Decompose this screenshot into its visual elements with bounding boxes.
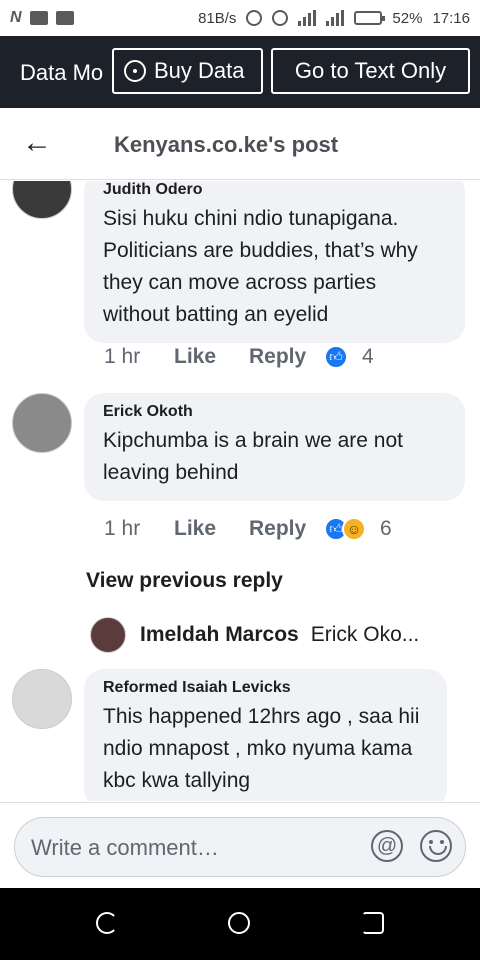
avatar[interactable] bbox=[12, 393, 72, 453]
system-nav-bar bbox=[0, 888, 480, 960]
nav-home-icon[interactable] bbox=[228, 912, 250, 934]
status-right: 81B/s 52% 17:16 bbox=[198, 10, 470, 27]
comment-text: Sisi huku chini ndio tunapigana. Politic… bbox=[103, 207, 418, 326]
battery-icon bbox=[354, 11, 386, 25]
comment-time: 1 hr bbox=[104, 517, 141, 540]
battery-percent: 52% bbox=[392, 9, 423, 27]
net-speed: 81B/s bbox=[198, 9, 237, 27]
comment-author[interactable]: Erick Okoth bbox=[103, 403, 445, 421]
sync-icon bbox=[246, 10, 263, 26]
reply-button[interactable]: Reply bbox=[249, 517, 324, 541]
clock: 17:16 bbox=[432, 9, 470, 27]
nav-back-icon[interactable] bbox=[96, 912, 118, 934]
reaction-summary[interactable]: 👍︎ ☺︎ 6 bbox=[324, 517, 392, 541]
like-button[interactable]: Like bbox=[174, 517, 249, 541]
reply-snippet: Erick Oko... bbox=[310, 623, 420, 646]
comment-placeholder: Write a comment… bbox=[31, 835, 219, 860]
text-only-label: Go to Text Only bbox=[294, 58, 447, 83]
signal-2-icon bbox=[326, 10, 345, 26]
status-left-icons: N bbox=[10, 9, 74, 27]
reply-author[interactable]: Imeldah Marcos bbox=[140, 623, 299, 647]
chart-icon bbox=[55, 11, 74, 25]
post-header: ← Kenyans.co.ke's post bbox=[0, 108, 480, 180]
mention-icon[interactable]: @ bbox=[371, 830, 403, 862]
reply-avatar[interactable] bbox=[90, 617, 126, 653]
comment-text: This happened 12hrs ago , saa hii ndio m… bbox=[103, 705, 420, 792]
comment-time: 1 hr bbox=[104, 345, 141, 368]
comment-actions: 1 hr Like Reply 👍︎ 4 bbox=[104, 345, 374, 369]
dnd-icon bbox=[272, 10, 289, 26]
gallery-icon bbox=[29, 11, 48, 25]
reaction-count: 6 bbox=[380, 517, 392, 540]
reaction-summary[interactable]: 👍︎ 4 bbox=[324, 345, 374, 369]
emoji-icon[interactable] bbox=[420, 830, 452, 862]
reaction-count: 4 bbox=[362, 345, 374, 368]
data-mode-banner: Data Mo Buy Data Go to Text Only bbox=[0, 36, 480, 108]
comment: Reformed Isaiah Levicks This happened 12… bbox=[0, 669, 480, 801]
reply-preview[interactable]: Imeldah Marcos Erick Oko... bbox=[90, 615, 470, 655]
comment-author[interactable]: Reformed Isaiah Levicks bbox=[103, 679, 427, 697]
buy-data-label: Buy Data bbox=[154, 58, 245, 83]
thumbs-up-icon: 👍︎ bbox=[324, 345, 348, 369]
comment-bubble[interactable]: Erick Okoth Kipchumba is a brain we are … bbox=[84, 393, 465, 501]
comment-bubble[interactable]: Reformed Isaiah Levicks This happened 12… bbox=[84, 669, 447, 801]
page-title: Kenyans.co.ke's post bbox=[114, 132, 339, 157]
laughing-face-icon: ☺︎ bbox=[342, 517, 366, 541]
comment-actions: 1 hr Like Reply 👍︎ ☺︎ 6 bbox=[104, 517, 392, 541]
status-bar: N 81B/s 52% 17:16 bbox=[0, 0, 480, 36]
buy-data-button[interactable]: Buy Data bbox=[112, 48, 263, 94]
avatar[interactable] bbox=[12, 181, 72, 219]
like-button[interactable]: Like bbox=[174, 345, 249, 369]
signal-icon bbox=[298, 10, 317, 26]
comment-text: Kipchumba is a brain we are not leaving … bbox=[103, 429, 403, 484]
avatar[interactable] bbox=[12, 669, 72, 729]
comment: Judith Odero Sisi huku chini ndio tunapi… bbox=[0, 181, 480, 371]
comment: Erick Okoth Kipchumba is a brain we are … bbox=[0, 393, 480, 553]
reply-button[interactable]: Reply bbox=[249, 345, 324, 369]
nav-recents-icon[interactable] bbox=[362, 912, 384, 934]
comment-author[interactable]: Judith Odero bbox=[103, 181, 445, 199]
comments-feed[interactable]: Judith Odero Sisi huku chini ndio tunapi… bbox=[0, 181, 480, 801]
comment-bubble[interactable]: Judith Odero Sisi huku chini ndio tunapi… bbox=[84, 181, 465, 343]
comment-input[interactable]: Write a comment… @ bbox=[14, 817, 466, 877]
back-arrow-icon[interactable]: ← bbox=[22, 128, 52, 158]
antenna-icon bbox=[124, 60, 146, 82]
view-previous-reply-link[interactable]: View previous reply bbox=[86, 569, 283, 593]
comment-composer: Write a comment… @ bbox=[0, 802, 480, 888]
data-mode-label: Data Mo bbox=[20, 60, 104, 85]
network-n-icon: N bbox=[10, 9, 22, 26]
text-only-button[interactable]: Go to Text Only bbox=[271, 48, 470, 94]
